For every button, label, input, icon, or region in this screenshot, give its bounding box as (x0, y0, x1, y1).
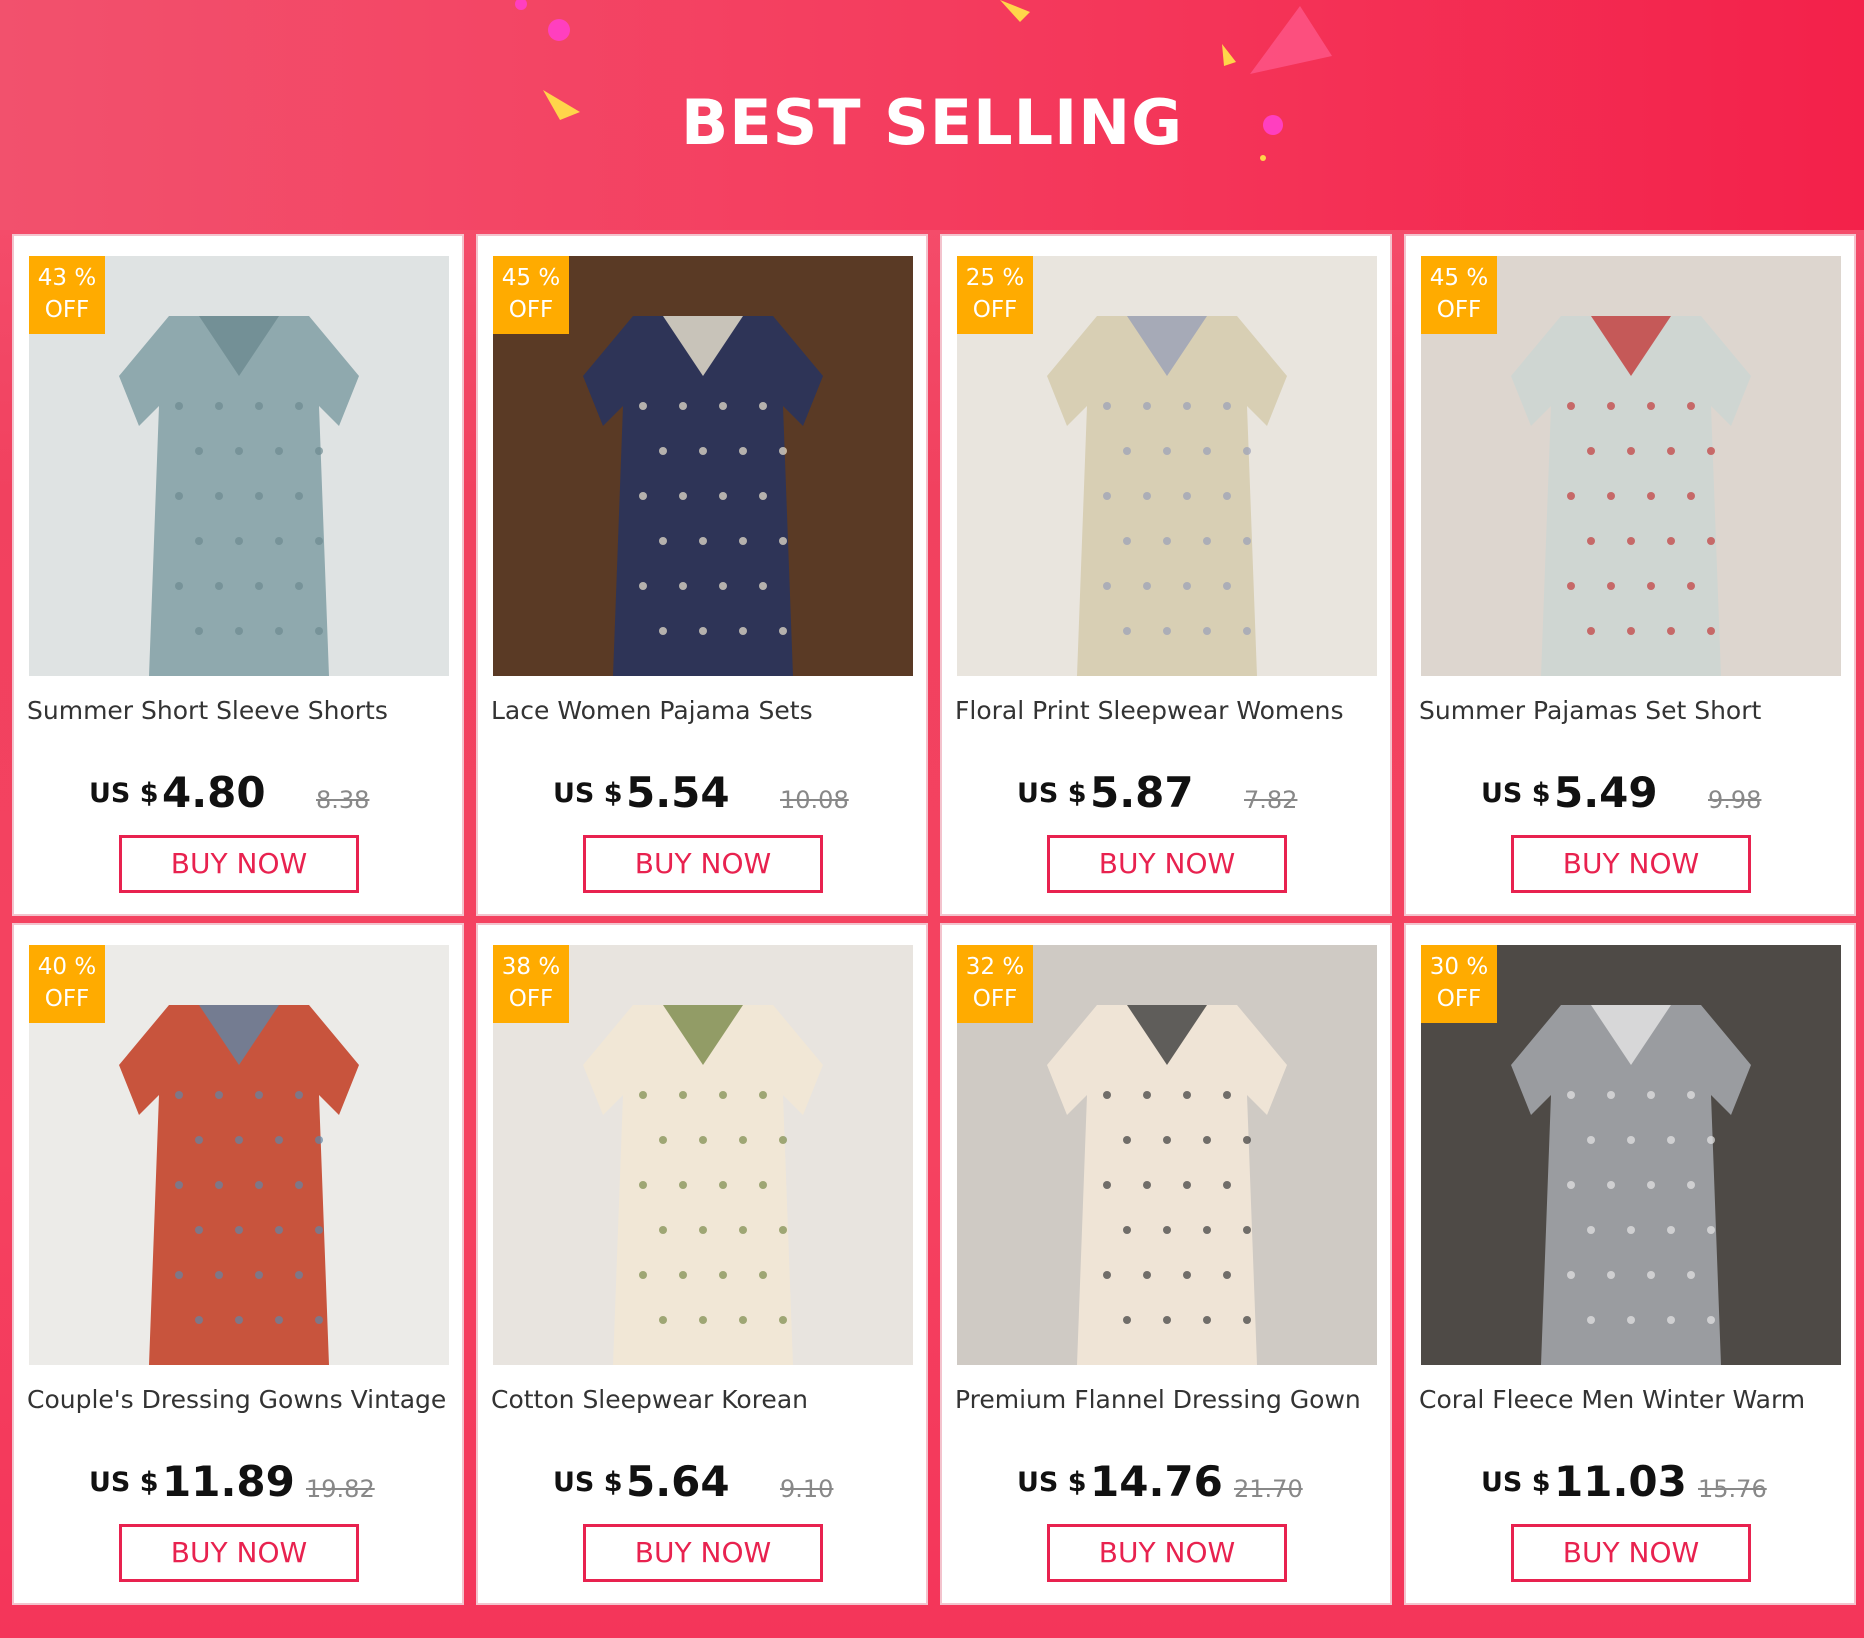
buy-now-button[interactable]: BUY NOW (1047, 835, 1287, 893)
currency-label: US $ (1017, 1467, 1087, 1498)
currency-label: US $ (1017, 778, 1087, 809)
product-title[interactable]: Cotton Sleepwear Korean (491, 1385, 923, 1414)
product-card[interactable]: 45 % OFF Summer Pajamas Set Short US $5.49 9… (1404, 234, 1856, 916)
discount-badge: 25 % OFF (957, 256, 1033, 334)
original-price: 15.76 (1698, 1475, 1767, 1503)
currency-label: US $ (1481, 778, 1551, 809)
product-title[interactable]: Lace Women Pajama Sets (491, 696, 923, 725)
sale-price: 11.03 (1554, 1457, 1687, 1506)
product-title[interactable]: Floral Print Sleepwear Womens (955, 696, 1387, 725)
discount-percent: 25 % (965, 265, 1025, 291)
discount-badge: 40 % OFF (29, 945, 105, 1023)
discount-percent: 32 % (965, 954, 1025, 980)
discount-off-label: OFF (1436, 297, 1482, 323)
discount-badge: 32 % OFF (957, 945, 1033, 1023)
buy-now-button[interactable]: BUY NOW (119, 835, 359, 893)
price-row: US $11.03 15.76 (1406, 1457, 1854, 1507)
original-price: 7.82 (1244, 786, 1298, 814)
sale-price: 5.64 (626, 1457, 730, 1506)
discount-percent: 43 % (37, 265, 97, 291)
discount-percent: 30 % (1429, 954, 1489, 980)
currency-label: US $ (553, 1467, 623, 1498)
discount-badge: 43 % OFF (29, 256, 105, 334)
product-title[interactable]: Premium Flannel Dressing Gown (955, 1385, 1387, 1414)
price-row: US $5.49 9.98 (1406, 768, 1854, 818)
discount-percent: 45 % (1429, 265, 1489, 291)
currency-label: US $ (1481, 1467, 1551, 1498)
price-row: US $14.76 21.70 (942, 1457, 1390, 1507)
buy-now-button[interactable]: BUY NOW (583, 835, 823, 893)
discount-badge: 45 % OFF (493, 256, 569, 334)
product-card[interactable]: 45 % OFF Lace Women Pajama Sets US $5.54 10.… (476, 234, 928, 916)
discount-badge: 45 % OFF (1421, 256, 1497, 334)
product-title[interactable]: Summer Short Sleeve Shorts (27, 696, 459, 725)
buy-now-button[interactable]: BUY NOW (1511, 835, 1751, 893)
discount-off-label: OFF (44, 986, 90, 1012)
product-card[interactable]: 32 % OFF Premium Flannel Dressing Gown US $… (940, 923, 1392, 1605)
buy-now-button[interactable]: BUY NOW (119, 1524, 359, 1582)
discount-badge: 38 % OFF (493, 945, 569, 1023)
sale-price: 5.54 (626, 768, 730, 817)
price-row: US $5.64 9.10 (478, 1457, 926, 1507)
currency-label: US $ (89, 778, 159, 809)
original-price: 21.70 (1234, 1475, 1303, 1503)
product-title[interactable]: Coral Fleece Men Winter Warm (1419, 1385, 1851, 1414)
original-price: 19.82 (306, 1475, 375, 1503)
product-title[interactable]: Summer Pajamas Set Short (1419, 696, 1851, 725)
page-title: BEST SELLING (680, 86, 1183, 159)
buy-now-button[interactable]: BUY NOW (1047, 1524, 1287, 1582)
discount-percent: 38 % (501, 954, 561, 980)
discount-percent: 45 % (501, 265, 561, 291)
sale-price: 5.87 (1090, 768, 1194, 817)
product-card[interactable]: 25 % OFF Floral Print Sleepwear Womens US $… (940, 234, 1392, 916)
product-card[interactable]: 38 % OFF Cotton Sleepwear Korean US $5.64 9.… (476, 923, 928, 1605)
discount-off-label: OFF (508, 986, 554, 1012)
discount-off-label: OFF (972, 986, 1018, 1012)
discount-off-label: OFF (44, 297, 90, 323)
original-price: 9.98 (1708, 786, 1762, 814)
original-price: 10.08 (780, 786, 849, 814)
discount-off-label: OFF (1436, 986, 1482, 1012)
currency-label: US $ (89, 1467, 159, 1498)
discount-percent: 40 % (37, 954, 97, 980)
product-card[interactable]: 43 % OFF Summer Short Sleeve Shorts US $4.8… (12, 234, 464, 916)
original-price: 8.38 (316, 786, 370, 814)
discount-off-label: OFF (508, 297, 554, 323)
sale-price: 14.76 (1090, 1457, 1223, 1506)
best-selling-banner: BEST SELLING (0, 0, 1864, 230)
sale-price: 4.80 (162, 768, 266, 817)
product-card[interactable]: 40 % OFF Couple's Dressing Gowns Vintage US… (12, 923, 464, 1605)
price-row: US $11.89 19.82 (14, 1457, 462, 1507)
price-row: US $5.87 7.82 (942, 768, 1390, 818)
product-grid: 43 % OFF Summer Short Sleeve Shorts US $4.8… (12, 234, 1856, 1605)
sale-price: 5.49 (1554, 768, 1658, 817)
currency-label: US $ (553, 778, 623, 809)
buy-now-button[interactable]: BUY NOW (583, 1524, 823, 1582)
price-row: US $4.80 8.38 (14, 768, 462, 818)
discount-off-label: OFF (972, 297, 1018, 323)
product-title[interactable]: Couple's Dressing Gowns Vintage (27, 1385, 459, 1414)
product-card[interactable]: 30 % OFF Coral Fleece Men Winter Warm US $1… (1404, 923, 1856, 1605)
price-row: US $5.54 10.08 (478, 768, 926, 818)
discount-badge: 30 % OFF (1421, 945, 1497, 1023)
buy-now-button[interactable]: BUY NOW (1511, 1524, 1751, 1582)
sale-price: 11.89 (162, 1457, 295, 1506)
original-price: 9.10 (780, 1475, 834, 1503)
